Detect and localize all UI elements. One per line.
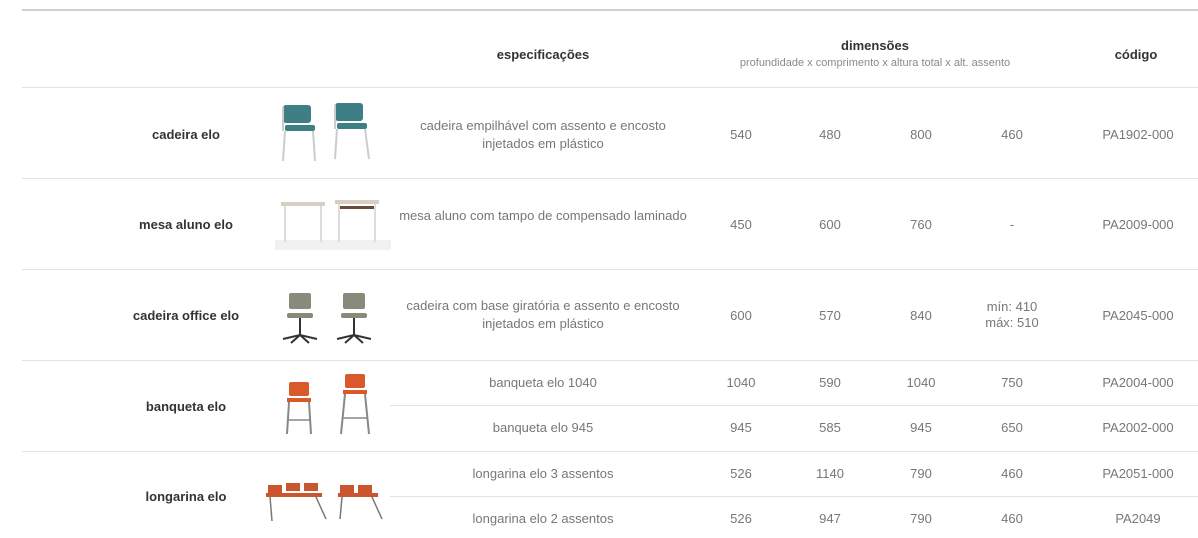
product-name: mesa aluno elo — [139, 217, 233, 232]
product-code: PA2009-000 — [1102, 217, 1174, 232]
seat-height-value: 650 — [1001, 420, 1023, 435]
header-dimensions-subtitle: profundidade x comprimento x altura tota… — [739, 57, 1011, 69]
stacking-chair-pair-icon — [275, 97, 391, 167]
product-name: banqueta elo — [145, 399, 227, 414]
length-value: 585 — [819, 420, 841, 435]
depth-value: 1040 — [726, 375, 756, 390]
length-value: 570 — [819, 308, 841, 323]
header-code: código — [1114, 47, 1158, 62]
variant-description: longarina elo 2 assentos — [472, 511, 614, 526]
bar-stool-pair-icon — [275, 370, 391, 440]
office-chair-pair-icon — [275, 283, 391, 353]
depth-value: 600 — [730, 308, 752, 323]
product-code: PA1902-000 — [1102, 127, 1174, 142]
seat-height-min: mín: 410 — [986, 299, 1038, 314]
table-row: banqueta elo banqueta elo 1040 1040 590 … — [22, 360, 1198, 451]
depth-value: 526 — [730, 511, 752, 526]
seat-height-value: 460 — [1001, 466, 1023, 481]
variant-description: longarina elo 3 assentos — [472, 466, 614, 481]
product-code: PA2051-000 — [1102, 466, 1174, 481]
table-row: cadeira office elo cadeira com base gira… — [22, 269, 1198, 360]
product-code: PA2002-000 — [1102, 420, 1174, 435]
height-value: 945 — [910, 420, 932, 435]
top-divider — [22, 9, 1198, 11]
height-value: 800 — [910, 127, 932, 142]
row-divider — [22, 87, 1198, 88]
length-value: 590 — [819, 375, 841, 390]
length-value: 947 — [819, 511, 841, 526]
seat-height-value: 750 — [1001, 375, 1023, 390]
variant-description: banqueta elo 1040 — [489, 375, 597, 390]
product-code: PA2004-000 — [1102, 375, 1174, 390]
height-value: 1040 — [906, 375, 936, 390]
product-code: PA2045-000 — [1102, 308, 1174, 323]
length-value: 1140 — [816, 466, 844, 481]
variant-divider — [390, 496, 1198, 497]
header-specs: especificações — [496, 47, 590, 62]
row-divider — [22, 360, 1198, 361]
product-code: PA2049 — [1115, 511, 1161, 526]
product-description: cadeira empilhável com assento e encosto… — [420, 118, 666, 151]
variant-description: banqueta elo 945 — [492, 420, 594, 435]
depth-value: 945 — [730, 420, 752, 435]
beam-seating-icon — [266, 473, 388, 533]
product-description: mesa aluno com tampo de compensado lamin… — [399, 208, 687, 223]
length-value: 480 — [819, 127, 841, 142]
depth-value: 540 — [730, 127, 752, 142]
height-value: 760 — [910, 217, 932, 232]
table-row: longarina elo longarina elo 3 assentos 5… — [22, 451, 1198, 535]
seat-height-max: máx: 510 — [985, 315, 1039, 330]
table-header: especificações dimensões profundidade x … — [0, 20, 1198, 87]
height-value: 790 — [910, 511, 932, 526]
header-dimensions: dimensões — [841, 38, 909, 53]
length-value: 600 — [819, 217, 841, 232]
height-value: 790 — [910, 466, 932, 481]
variant-divider — [390, 405, 1198, 406]
depth-value: 450 — [730, 217, 752, 232]
product-name: cadeira elo — [152, 127, 220, 142]
row-divider — [22, 178, 1198, 179]
seat-height-value: 460 — [1001, 511, 1023, 526]
product-description: cadeira com base giratória e assento e e… — [406, 298, 680, 331]
height-value: 840 — [910, 308, 932, 323]
row-divider — [22, 269, 1198, 270]
table-row: mesa aluno elo mesa aluno com tampo de c… — [22, 178, 1198, 269]
product-name: cadeira office elo — [132, 308, 240, 323]
seat-height-value: 460 — [1001, 127, 1023, 142]
depth-value: 526 — [730, 466, 752, 481]
row-divider — [22, 451, 1198, 452]
table-row: cadeira elo cadeira empilhável com assen… — [22, 87, 1198, 178]
seat-height-value: - — [1009, 217, 1015, 232]
student-desk-pair-icon — [275, 190, 391, 260]
